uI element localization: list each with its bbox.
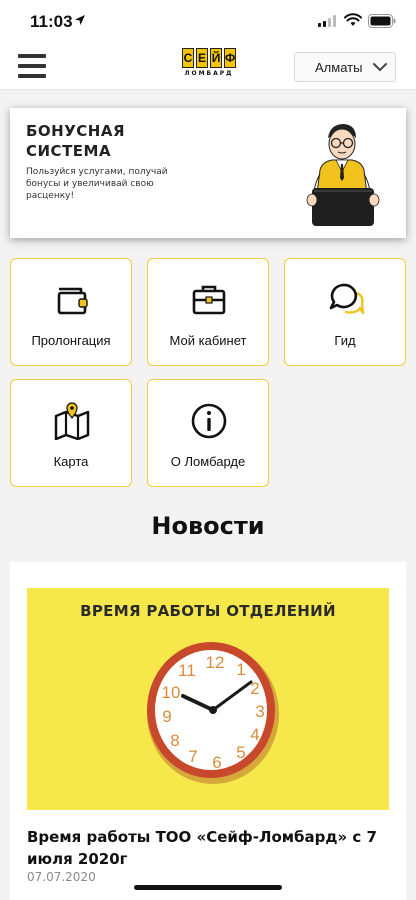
city-select-value: Алматы (315, 60, 363, 75)
city-select[interactable]: Алматы (294, 52, 396, 82)
svg-text:12: 12 (206, 653, 225, 672)
tile-label: Пролонгация (31, 333, 111, 348)
location-arrow-icon (75, 15, 85, 25)
logo-letter: Й (210, 48, 222, 68)
tile-about[interactable]: О Ломбарде (147, 379, 269, 487)
news-image-caption: ВРЕМЯ РАБОТЫ ОТДЕЛЕНИЙ (80, 602, 336, 620)
tile-map[interactable]: Карта (10, 379, 132, 487)
news-heading: Новости (151, 512, 265, 540)
svg-text:5: 5 (236, 743, 245, 762)
bonus-banner[interactable]: БОНУСНАЯ СИСТЕМА Пользуйся услугами, пол… (10, 108, 406, 238)
businessman-illustration (306, 124, 380, 226)
svg-text:4: 4 (250, 725, 259, 744)
info-icon (191, 403, 227, 439)
tile-label: Гид (334, 333, 356, 348)
chat-icon (329, 283, 365, 315)
logo-letter: С (182, 48, 194, 68)
svg-text:1: 1 (236, 660, 245, 679)
news-date: 07.07.2020 (27, 870, 96, 884)
tile-label: Карта (53, 454, 89, 469)
status-bar: 11:03 (0, 0, 416, 44)
home-indicator[interactable] (134, 885, 282, 890)
logo-subtitle: ЛОМБАРД (184, 70, 234, 77)
svg-text:11: 11 (178, 661, 196, 680)
svg-text:9: 9 (162, 707, 171, 726)
svg-text:6: 6 (212, 753, 221, 772)
logo-letter: Ф (224, 48, 236, 68)
svg-text:7: 7 (188, 747, 197, 766)
svg-text:10: 10 (162, 683, 181, 702)
briefcase-icon (192, 285, 226, 315)
svg-text:8: 8 (170, 731, 179, 750)
wallet-icon (57, 287, 88, 315)
battery-icon (368, 14, 396, 28)
tile-my-account[interactable]: Мой кабинет (147, 258, 269, 366)
tile-label: О Ломбарде (170, 454, 246, 469)
wall-clock-illustration: 12 1 2 3 4 5 6 7 8 9 10 11 (147, 642, 279, 784)
news-image: ВРЕМЯ РАБОТЫ ОТДЕЛЕНИЙ 12 1 2 3 4 5 6 7 … (27, 588, 389, 810)
banner-text: Пользуйся услугами, получай бонусы и уве… (26, 167, 168, 201)
tile-label: Мой кабинет (169, 333, 247, 348)
app-header: С Е Й Ф ЛОМБАРД Алматы (0, 44, 416, 90)
signal-icon (318, 15, 336, 27)
news-title: Время работы ТОО «Сейф-Ломбард» с 7 июля… (27, 828, 377, 868)
tile-prolongation[interactable]: Пролонгация (10, 258, 132, 366)
banner-title: БОНУСНАЯ СИСТЕМА (26, 122, 126, 160)
chevron-down-icon (373, 63, 387, 71)
status-time: 11:03 (30, 12, 73, 31)
tile-guide[interactable]: Гид (284, 258, 406, 366)
wifi-icon (344, 13, 362, 26)
logo-letter: Е (196, 48, 208, 68)
brand-logo[interactable]: С Е Й Ф ЛОМБАРД (182, 48, 236, 84)
news-card[interactable]: ВРЕМЯ РАБОТЫ ОТДЕЛЕНИЙ 12 1 2 3 4 5 6 7 … (10, 562, 406, 900)
menu-button[interactable] (18, 52, 46, 80)
svg-text:3: 3 (255, 702, 264, 721)
map-icon (54, 402, 90, 440)
